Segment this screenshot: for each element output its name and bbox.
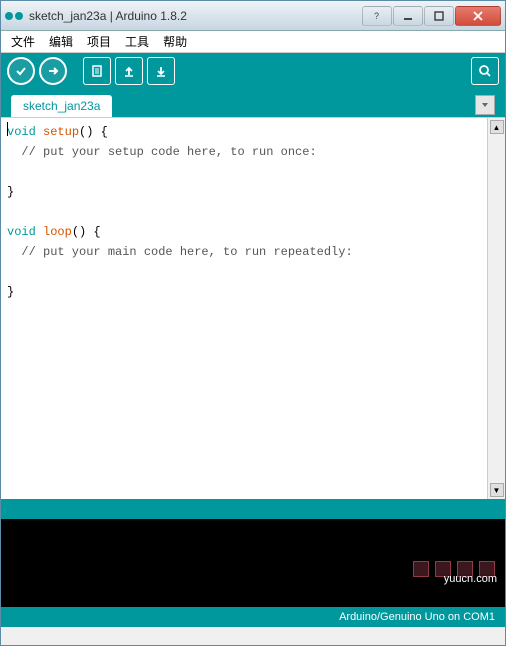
vertical-scrollbar[interactable]: ▲ ▼ xyxy=(487,118,505,499)
open-button[interactable] xyxy=(115,57,143,85)
keyword-void: void xyxy=(7,225,36,239)
window-titlebar: sketch_jan23a | Arduino 1.8.2 ? xyxy=(1,1,505,31)
help-hint-button[interactable]: ? xyxy=(362,6,392,26)
toolbar xyxy=(1,53,505,89)
function-setup: setup xyxy=(36,125,79,139)
new-button[interactable] xyxy=(83,57,111,85)
save-button[interactable] xyxy=(147,57,175,85)
status-bar: Arduino/Genuino Uno on COM1 xyxy=(1,607,505,627)
tab-bar: sketch_jan23a xyxy=(1,89,505,117)
tab-menu-dropdown[interactable] xyxy=(475,95,495,115)
watermark-text: yuucn.com xyxy=(444,573,497,585)
comment-loop: // put your main code here, to run repea… xyxy=(7,245,353,259)
menu-edit[interactable]: 编辑 xyxy=(45,31,77,52)
menu-help[interactable]: 帮助 xyxy=(159,31,191,52)
menu-project[interactable]: 项目 xyxy=(83,31,115,52)
code-editor[interactable]: void setup() { // put your setup code he… xyxy=(1,118,487,499)
close-button[interactable] xyxy=(455,6,501,26)
menu-file[interactable]: 文件 xyxy=(7,31,39,52)
tab-sketch[interactable]: sketch_jan23a xyxy=(11,95,112,117)
keyword-void: void xyxy=(7,125,36,139)
menu-tools[interactable]: 工具 xyxy=(121,31,153,52)
scroll-down-icon[interactable]: ▼ xyxy=(490,483,504,497)
editor-area: void setup() { // put your setup code he… xyxy=(1,117,505,499)
function-loop: loop xyxy=(36,225,72,239)
comment-setup: // put your setup code here, to run once… xyxy=(7,145,317,159)
message-bar xyxy=(1,499,505,519)
menubar: 文件 编辑 项目 工具 帮助 xyxy=(1,31,505,53)
board-info: Arduino/Genuino Uno on COM1 xyxy=(339,611,495,623)
console-output[interactable]: yuucn.com xyxy=(1,519,505,607)
window-title: sketch_jan23a | Arduino 1.8.2 xyxy=(29,9,362,23)
minimize-button[interactable] xyxy=(393,6,423,26)
scroll-up-icon[interactable]: ▲ xyxy=(490,120,504,134)
verify-button[interactable] xyxy=(7,57,35,85)
arduino-icon xyxy=(5,7,23,25)
maximize-button[interactable] xyxy=(424,6,454,26)
window-controls: ? xyxy=(362,6,501,26)
serial-monitor-button[interactable] xyxy=(471,57,499,85)
upload-button[interactable] xyxy=(39,57,67,85)
svg-text:?: ? xyxy=(374,11,379,21)
